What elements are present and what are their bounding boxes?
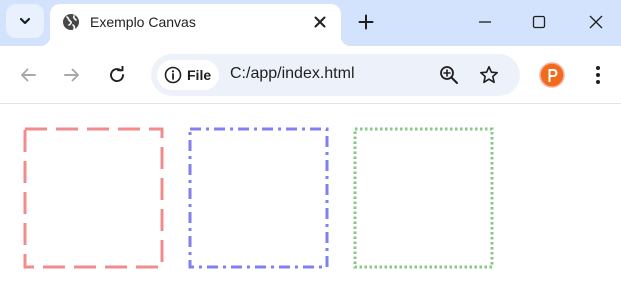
red-dashed-square (23, 127, 164, 269)
more-vertical-icon (596, 66, 600, 84)
site-info-label: File (187, 67, 212, 83)
tab-search-button[interactable] (6, 4, 44, 38)
close-icon (314, 16, 326, 28)
minimize-icon (479, 21, 491, 23)
profile-avatar[interactable] (539, 62, 565, 88)
window-close-button[interactable] (584, 10, 608, 34)
star-icon (480, 66, 498, 84)
info-icon (164, 66, 182, 84)
url-text[interactable]: C:/app/index.html (230, 65, 355, 83)
maximize-button[interactable] (527, 10, 551, 34)
active-tab[interactable]: Exemplo Canvas (40, 4, 351, 46)
site-info-chip[interactable]: File (157, 60, 219, 90)
plus-icon (358, 14, 374, 30)
minimize-button[interactable] (473, 10, 497, 34)
maximize-icon (532, 15, 546, 29)
tab-close-button[interactable] (310, 12, 330, 32)
arrow-right-icon (64, 68, 79, 82)
address-bar[interactable]: File C:/app/index.html (151, 54, 520, 96)
drawing-canvas (23, 127, 494, 269)
zoom-button[interactable] (437, 63, 461, 87)
forward-button[interactable] (59, 62, 85, 88)
bookmark-button[interactable] (477, 63, 501, 87)
new-tab-button[interactable] (354, 10, 378, 34)
green-dotted-square (353, 127, 494, 269)
reload-icon (110, 66, 124, 82)
browser-toolbar: File C:/app/index.html (0, 46, 621, 104)
globe-icon (63, 14, 79, 30)
chevron-down-icon (19, 17, 31, 25)
arrow-left-icon (21, 68, 36, 82)
tab-title: Exemplo Canvas (90, 14, 196, 30)
page-content (0, 105, 621, 296)
zoom-in-icon (440, 66, 458, 84)
browser-menu-button[interactable] (586, 62, 610, 88)
back-button[interactable] (15, 62, 41, 88)
reload-button[interactable] (104, 62, 130, 88)
close-icon (589, 15, 603, 29)
blue-dash-dot-square (188, 127, 329, 269)
tab-strip: Exemplo Canvas (0, 0, 621, 46)
